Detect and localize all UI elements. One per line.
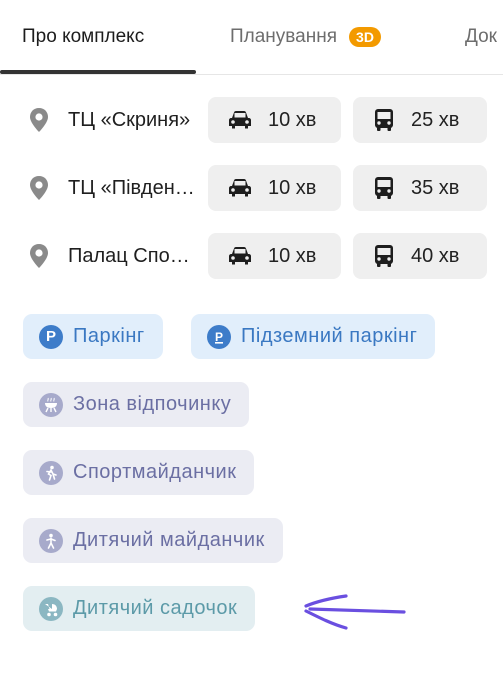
- badge-3d: 3D: [349, 27, 381, 47]
- place-row: ТЦ «Півден… 10 хв 35 хв: [0, 165, 503, 211]
- grill-icon: [39, 392, 63, 417]
- car-icon: [229, 179, 251, 197]
- car-time-value: 10 хв: [268, 244, 317, 267]
- car-time-chip[interactable]: 10 хв: [208, 165, 341, 211]
- amenity-recreation-zone[interactable]: Зона відпочинку: [23, 382, 250, 427]
- svg-text:P: P: [215, 330, 223, 344]
- amenity-label: Зона відпочинку: [73, 393, 232, 415]
- place-name: Палац Спо…: [68, 245, 190, 267]
- amenity-label: Дитячий майданчик: [73, 529, 265, 551]
- car-time-chip[interactable]: 10 хв: [208, 233, 341, 279]
- tab-about-complex-label: Про комплекс: [22, 26, 145, 47]
- location-pin-icon: [30, 176, 48, 200]
- tab-about-complex[interactable]: Про комплекс: [22, 0, 144, 74]
- annotation-arrow-icon: [304, 594, 406, 630]
- tab-layouts-label: Планування: [230, 26, 338, 47]
- amenity-label: Спортмайданчик: [73, 461, 237, 483]
- bus-time-chip[interactable]: 25 хв: [353, 97, 487, 143]
- location-pin-icon: [30, 108, 48, 132]
- location-pin-icon: [30, 244, 48, 268]
- amenity-label: Підземний паркінг: [241, 325, 418, 347]
- tab-bar: Про комплекс Планування 3D Док: [0, 0, 503, 75]
- place-row: ТЦ «Скриня» 10 хв 25 хв: [0, 97, 503, 143]
- amenity-kindergarten[interactable]: Дитячий садочок: [23, 586, 256, 631]
- bus-time-chip[interactable]: 40 хв: [353, 233, 487, 279]
- tab-layouts[interactable]: Планування 3D: [230, 0, 381, 74]
- tab-documents-label: Док: [465, 26, 497, 47]
- place-row: Палац Спо… 10 хв 40 хв: [0, 233, 503, 279]
- tab-documents[interactable]: Док: [465, 0, 497, 74]
- amenity-playground[interactable]: Дитячий майданчик: [23, 518, 283, 563]
- amenity-sports-ground[interactable]: Спортмайданчик: [23, 450, 255, 495]
- amenity-label: Дитячий садочок: [73, 597, 238, 619]
- amenity-label: Паркінг: [73, 325, 145, 347]
- car-time-value: 10 хв: [268, 176, 317, 199]
- parking-icon: P: [39, 324, 63, 349]
- amenity-underground-parking[interactable]: P Підземний паркінг: [191, 314, 436, 359]
- bus-time-value: 40 хв: [411, 244, 460, 267]
- bus-icon: [375, 109, 393, 131]
- active-tab-indicator: [0, 70, 196, 74]
- car-time-value: 10 хв: [268, 108, 317, 131]
- bus-time-chip[interactable]: 35 хв: [353, 165, 487, 211]
- stroller-icon: [39, 596, 63, 621]
- bus-time-value: 25 хв: [411, 108, 460, 131]
- playground-icon: [39, 528, 63, 553]
- amenity-parking[interactable]: P Паркінг: [23, 314, 163, 359]
- underground-parking-icon: P: [207, 324, 231, 349]
- bus-icon: [375, 177, 393, 199]
- place-name: ТЦ «Скриня»: [68, 109, 191, 131]
- bus-icon: [375, 245, 393, 267]
- car-icon: [229, 111, 251, 129]
- bus-time-value: 35 хв: [411, 176, 460, 199]
- sport-icon: [39, 460, 63, 485]
- place-name: ТЦ «Півден…: [68, 177, 195, 199]
- car-time-chip[interactable]: 10 хв: [208, 97, 341, 143]
- car-icon: [229, 247, 251, 265]
